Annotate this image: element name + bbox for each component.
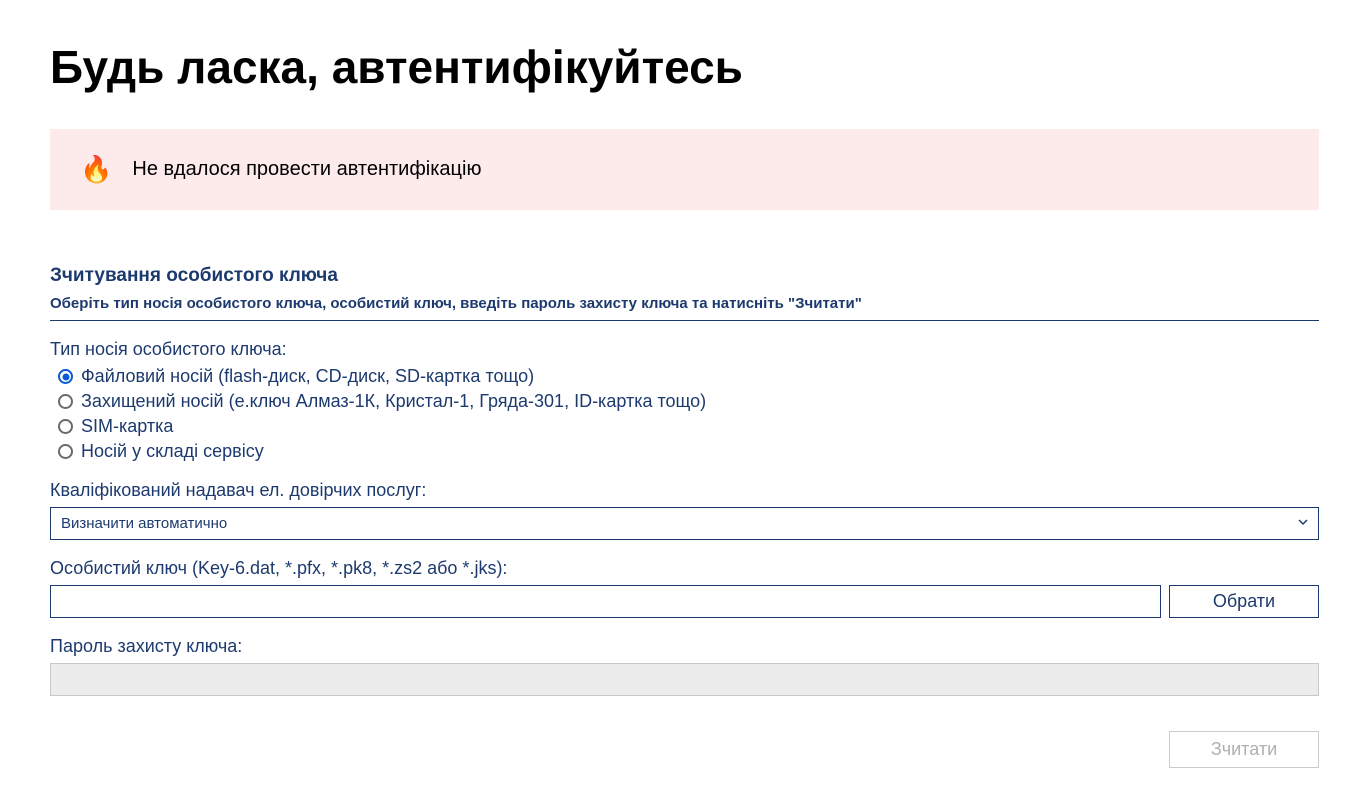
- section-subtitle: Оберіть тип носія особистого ключа, особ…: [50, 295, 1319, 321]
- radio-file-media[interactable]: [58, 369, 73, 384]
- fire-icon: 🔥: [80, 154, 112, 185]
- radio-row-service[interactable]: Носій у складі сервісу: [50, 441, 1319, 462]
- key-type-radio-group: Файловий носій (flash-диск, CD-диск, SD-…: [50, 366, 1319, 462]
- radio-sim-card[interactable]: [58, 419, 73, 434]
- radio-row-secure[interactable]: Захищений носій (е.ключ Алмаз-1К, Криста…: [50, 391, 1319, 412]
- password-label: Пароль захисту ключа:: [50, 636, 1319, 657]
- radio-row-sim[interactable]: SIM-картка: [50, 416, 1319, 437]
- radio-secure-media[interactable]: [58, 394, 73, 409]
- radio-file-media-label[interactable]: Файловий носій (flash-диск, CD-диск, SD-…: [81, 366, 534, 387]
- provider-label: Кваліфікований надавач ел. довірчих посл…: [50, 480, 1319, 501]
- password-input[interactable]: [50, 663, 1319, 696]
- choose-button[interactable]: Обрати: [1169, 585, 1319, 618]
- radio-service-media-label[interactable]: Носій у складі сервісу: [81, 441, 264, 462]
- read-button[interactable]: Зчитати: [1169, 731, 1319, 768]
- provider-select[interactable]: Визначити автоматично: [50, 507, 1319, 540]
- radio-row-file[interactable]: Файловий носій (flash-диск, CD-диск, SD-…: [50, 366, 1319, 387]
- radio-secure-media-label[interactable]: Захищений носій (е.ключ Алмаз-1К, Криста…: [81, 391, 706, 412]
- section-title: Зчитування особистого ключа: [50, 265, 1319, 287]
- provider-select-wrapper[interactable]: Визначити автоматично: [50, 507, 1319, 540]
- key-file-input[interactable]: [50, 585, 1161, 618]
- key-type-label: Тип носія особистого ключа:: [50, 339, 1319, 360]
- radio-sim-card-label[interactable]: SIM-картка: [81, 416, 173, 437]
- key-file-label: Особистий ключ (Key-6.dat, *.pfx, *.pk8,…: [50, 558, 1319, 579]
- error-banner: 🔥 Не вдалося провести автентифікацію: [50, 129, 1319, 210]
- page-title: Будь ласка, автентифікуйтесь: [50, 40, 1319, 94]
- error-message: Не вдалося провести автентифікацію: [132, 158, 481, 181]
- radio-service-media[interactable]: [58, 444, 73, 459]
